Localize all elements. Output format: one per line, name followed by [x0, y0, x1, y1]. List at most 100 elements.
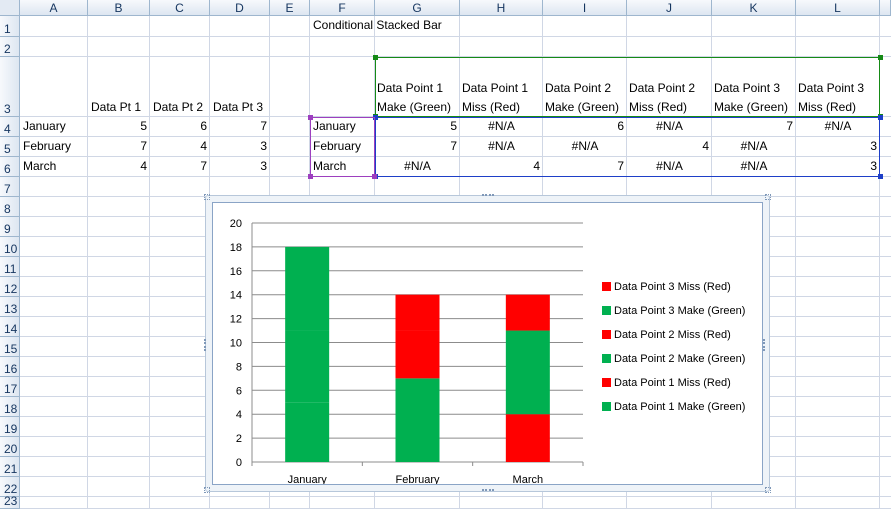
value-cell[interactable]: 3	[210, 137, 270, 157]
value-cell[interactable]: 5	[88, 117, 150, 137]
calc-month-cell[interactable]: February	[310, 137, 375, 157]
column-header-j[interactable]: J	[627, 0, 712, 16]
column-header-h[interactable]: H	[460, 0, 543, 16]
column-header-l[interactable]: L	[796, 0, 880, 16]
calc-value-cell[interactable]: #N/A	[627, 117, 712, 137]
calc-value-cell[interactable]: #N/A	[543, 137, 627, 157]
calc-header-cell[interactable]: Data Point 2 Make (Green)	[543, 57, 627, 117]
x-category-label: March	[513, 474, 544, 484]
bar-segment	[505, 414, 550, 462]
row-header-1[interactable]: 1	[0, 16, 20, 37]
value-cell[interactable]: 3	[210, 157, 270, 177]
calc-value-cell[interactable]: 5	[375, 117, 460, 137]
row-header-20[interactable]: 20	[0, 437, 20, 457]
calc-header-cell[interactable]: Data Point 3 Make (Green)	[712, 57, 796, 117]
calc-value-cell[interactable]: #N/A	[460, 137, 543, 157]
chart-corner-handle[interactable]	[204, 194, 210, 200]
source-header-cell[interactable]: Data Pt 3	[210, 57, 270, 117]
column-header-k[interactable]: K	[712, 0, 796, 16]
values-range-handle[interactable]	[373, 115, 378, 120]
column-header-i[interactable]: I	[543, 0, 627, 16]
value-cell[interactable]: 4	[88, 157, 150, 177]
value-cell[interactable]: 7	[88, 137, 150, 157]
sheet-title-cell[interactable]: Conditional Stacked Bar	[310, 16, 460, 37]
select-all-corner[interactable]	[0, 0, 20, 16]
calc-value-cell[interactable]: 6	[543, 117, 627, 137]
column-header-e[interactable]: E	[270, 0, 310, 16]
values-range-handle[interactable]	[878, 174, 883, 179]
category-range-handle[interactable]	[308, 115, 313, 120]
row-header-5[interactable]: 5	[0, 137, 20, 157]
row-header-10[interactable]: 10	[0, 237, 20, 257]
bar-segment	[395, 378, 440, 462]
value-cell[interactable]: 6	[150, 117, 210, 137]
calc-value-cell[interactable]: #N/A	[460, 117, 543, 137]
calc-value-cell[interactable]: 7	[375, 137, 460, 157]
calc-value-cell[interactable]: 7	[712, 117, 796, 137]
source-header-cell[interactable]: Data Pt 2	[150, 57, 210, 117]
row-header-2[interactable]: 2	[0, 37, 20, 57]
column-header-a[interactable]: A	[20, 0, 88, 16]
chart-corner-handle[interactable]	[765, 487, 771, 493]
month-label-cell[interactable]: February	[20, 137, 88, 157]
calc-value-cell[interactable]: #N/A	[712, 157, 796, 177]
column-header-b[interactable]: B	[88, 0, 150, 16]
value-cell[interactable]: 7	[150, 157, 210, 177]
series-name-range-handle[interactable]	[373, 55, 378, 60]
column-header-c[interactable]: C	[150, 0, 210, 16]
calc-value-cell[interactable]: #N/A	[627, 157, 712, 177]
row-header-16[interactable]: 16	[0, 357, 20, 377]
chart-corner-handle[interactable]	[765, 194, 771, 200]
row-header-18[interactable]: 18	[0, 397, 20, 417]
calc-value-cell[interactable]: 3	[796, 157, 880, 177]
chart-resize-handle[interactable]	[482, 489, 494, 494]
calc-month-cell[interactable]: January	[310, 117, 375, 137]
calc-header-cell[interactable]: Data Point 3 Miss (Red)	[796, 57, 880, 117]
chart-area[interactable]: 0 2 4 6 8 10 12 14 16 18 20 January February March Dat…	[212, 202, 763, 485]
calc-value-cell[interactable]: 4	[627, 137, 712, 157]
month-label-cell[interactable]: January	[20, 117, 88, 137]
row-header-7[interactable]: 7	[0, 177, 20, 197]
source-header-cell[interactable]: Data Pt 1	[88, 57, 150, 117]
row-header-11[interactable]: 11	[0, 257, 20, 277]
calc-value-cell[interactable]: 4	[460, 157, 543, 177]
calc-header-cell[interactable]: Data Point 1 Miss (Red)	[460, 57, 543, 117]
calc-value-cell[interactable]: #N/A	[796, 117, 880, 137]
chart-object[interactable]: 0 2 4 6 8 10 12 14 16 18 20 January February March Dat…	[204, 194, 771, 494]
calc-value-cell[interactable]: #N/A	[375, 157, 460, 177]
row-header-3[interactable]: 3	[0, 57, 20, 117]
row-header-13[interactable]: 13	[0, 297, 20, 317]
chart-resize-handle[interactable]	[204, 339, 209, 351]
row-header-14[interactable]: 14	[0, 317, 20, 337]
value-cell[interactable]: 4	[150, 137, 210, 157]
calc-value-cell[interactable]: 7	[543, 157, 627, 177]
chart-resize-handle[interactable]	[482, 194, 494, 199]
row-header-15[interactable]: 15	[0, 337, 20, 357]
row-header-12[interactable]: 12	[0, 277, 20, 297]
value-cell[interactable]: 7	[210, 117, 270, 137]
column-header-g[interactable]: G	[375, 0, 460, 16]
chart-corner-handle[interactable]	[204, 487, 210, 493]
series-name-range-handle[interactable]	[878, 55, 883, 60]
row-header-4[interactable]: 4	[0, 117, 20, 137]
calc-header-cell[interactable]: Data Point 2 Miss (Red)	[627, 57, 712, 117]
calc-value-cell[interactable]: 3	[796, 137, 880, 157]
row-header-9[interactable]: 9	[0, 217, 20, 237]
calc-header-cell[interactable]: Data Point 1 Make (Green)	[375, 57, 460, 117]
calc-month-cell[interactable]: March	[310, 157, 375, 177]
values-range-handle[interactable]	[878, 115, 883, 120]
calc-value-cell[interactable]: #N/A	[712, 137, 796, 157]
row-header-23[interactable]: 23	[0, 494, 20, 509]
row-header-8[interactable]: 8	[0, 197, 20, 217]
category-range-handle[interactable]	[308, 174, 313, 179]
row-header-19[interactable]: 19	[0, 417, 20, 437]
column-header-f[interactable]: F	[310, 0, 375, 16]
column-header-d[interactable]: D	[210, 0, 270, 16]
y-tick-label: 18	[230, 242, 242, 254]
category-range-handle[interactable]	[372, 174, 377, 179]
row-header-21[interactable]: 21	[0, 457, 20, 477]
month-label-cell[interactable]: March	[20, 157, 88, 177]
row-header-6[interactable]: 6	[0, 157, 20, 177]
row-header-17[interactable]: 17	[0, 377, 20, 397]
chart-resize-handle[interactable]	[763, 339, 768, 351]
